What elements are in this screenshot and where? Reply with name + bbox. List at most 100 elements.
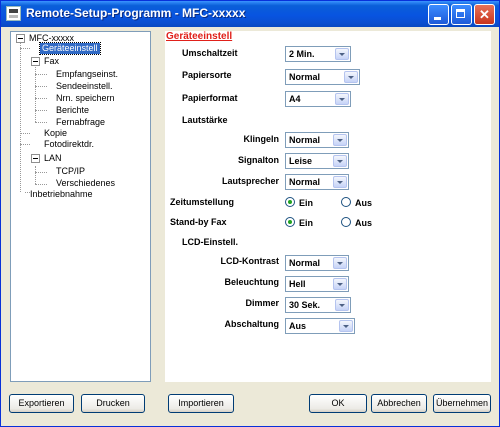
papierformat-select[interactable]: A4 [285, 91, 351, 107]
beleuchtung-value: Hell [289, 279, 306, 289]
abschaltung-value: Aus [289, 321, 307, 331]
lautstaerke-heading: Lautstärke [182, 115, 228, 125]
tree-connector [35, 122, 47, 123]
tree-connector [35, 86, 47, 87]
abschaltung-select[interactable]: Aus [285, 318, 355, 334]
tree-node-kopie[interactable]: Kopie [42, 128, 69, 139]
dimmer-select[interactable]: 30 Sek. [285, 297, 351, 313]
app-window: Remote-Setup-Programm - MFC-xxxxx ✕ MFC-… [0, 0, 500, 427]
maximize-icon [452, 5, 471, 24]
lcd-kontrast-label: LCD-Kontrast [220, 256, 280, 266]
lcd-einstell-heading: LCD-Einstell. [182, 237, 239, 247]
tree-connector [35, 98, 47, 99]
settings-tree[interactable]: MFC-xxxxx Geräteeinstell Fax Empfangsein… [10, 31, 151, 382]
tree-connector [20, 133, 30, 134]
app-icon [6, 6, 21, 21]
papierformat-value: A4 [289, 94, 301, 104]
klingeln-select[interactable]: Normal [285, 132, 349, 148]
chevron-down-icon[interactable] [333, 176, 347, 188]
close-button[interactable]: ✕ [474, 4, 495, 25]
standby-fax-ein-label[interactable]: Ein [299, 218, 313, 228]
chevron-down-icon[interactable] [335, 93, 349, 105]
tree-node-fernabfrage[interactable]: Fernabfrage [54, 117, 107, 128]
papiersorte-select[interactable]: Normal [285, 69, 360, 85]
settings-panel: Geräteeinstell Umschaltzeit 2 Min. Papie… [165, 31, 491, 382]
standby-fax-ein-radio[interactable] [285, 217, 295, 227]
signalton-select[interactable]: Leise [285, 153, 349, 169]
tree-node-verschiedenes[interactable]: Verschiedenes [54, 178, 117, 189]
collapse-icon[interactable] [16, 34, 25, 43]
window-title: Remote-Setup-Programm - MFC-xxxxx [26, 6, 246, 20]
tree-node-empfangseinst[interactable]: Empfangseinst. [54, 69, 120, 80]
maximize-button[interactable] [451, 4, 472, 25]
tree-connector [35, 184, 47, 185]
standby-fax-aus-label[interactable]: Aus [355, 218, 372, 228]
tree-node-lan[interactable]: LAN [42, 153, 64, 164]
tree-node-geraeteeinstell[interactable]: Geräteeinstell [39, 42, 101, 55]
standby-fax-label: Stand-by Fax [170, 217, 227, 227]
papiersorte-value: Normal [289, 72, 321, 82]
import-button[interactable]: Importieren [168, 394, 234, 413]
chevron-down-icon[interactable] [344, 71, 358, 83]
papierformat-label: Papierformat [182, 93, 238, 103]
tree-connector [35, 110, 47, 111]
tree-node-fax[interactable]: Fax [42, 56, 61, 67]
tree-node-berichte[interactable]: Berichte [54, 105, 91, 116]
chevron-down-icon[interactable] [333, 257, 347, 269]
tree-node-inbetriebnahme[interactable]: Inbetriebnahme [28, 189, 95, 200]
zeitumstellung-aus-label[interactable]: Aus [355, 198, 372, 208]
abschaltung-label: Abschaltung [224, 319, 279, 329]
zeitumstellung-label: Zeitumstellung [170, 197, 235, 207]
export-button[interactable]: Exportieren [9, 394, 74, 413]
dimmer-value: 30 Sek. [289, 300, 321, 310]
lautsprecher-value: Normal [289, 177, 321, 187]
signalton-value: Leise [289, 156, 313, 166]
tree-connector [20, 48, 30, 49]
tree-connector [20, 42, 21, 192]
print-button[interactable]: Drucken [81, 394, 145, 413]
lcd-kontrast-select[interactable]: Normal [285, 255, 349, 271]
chevron-down-icon[interactable] [335, 48, 349, 60]
lautsprecher-select[interactable]: Normal [285, 174, 349, 190]
dimmer-label: Dimmer [245, 298, 279, 308]
klingeln-label: Klingeln [243, 134, 280, 144]
chevron-down-icon[interactable] [335, 299, 349, 311]
chevron-down-icon[interactable] [333, 155, 347, 167]
papiersorte-label: Papiersorte [182, 70, 232, 80]
title-bar[interactable]: Remote-Setup-Programm - MFC-xxxxx ✕ [1, 1, 499, 27]
zeitumstellung-aus-radio[interactable] [341, 197, 351, 207]
cancel-button[interactable]: Abbrechen [371, 394, 427, 413]
umschaltzeit-label: Umschaltzeit [182, 48, 238, 58]
klingeln-value: Normal [289, 135, 321, 145]
chevron-down-icon[interactable] [333, 134, 347, 146]
tree-node-sendeeinstell[interactable]: Sendeeinstell. [54, 81, 115, 92]
zeitumstellung-ein-radio[interactable] [285, 197, 295, 207]
beleuchtung-label: Beleuchtung [224, 277, 279, 287]
umschaltzeit-select[interactable]: 2 Min. [285, 46, 351, 62]
close-icon: ✕ [479, 7, 490, 22]
tree-connector [20, 144, 30, 145]
collapse-icon[interactable] [31, 154, 40, 163]
signalton-label: Signalton [238, 155, 279, 165]
tree-connector [35, 172, 47, 173]
minimize-icon [429, 5, 448, 24]
tree-connector [35, 74, 47, 75]
beleuchtung-select[interactable]: Hell [285, 276, 349, 292]
panel-title: Geräteeinstell [166, 31, 233, 42]
tree-node-nrn-speichern[interactable]: Nrn. speichern [54, 93, 117, 104]
tree-node-tcpip[interactable]: TCP/IP [54, 166, 87, 177]
collapse-icon[interactable] [31, 57, 40, 66]
chevron-down-icon[interactable] [339, 320, 353, 332]
standby-fax-aus-radio[interactable] [341, 217, 351, 227]
tree-connector [35, 64, 36, 122]
ok-button[interactable]: OK [309, 394, 367, 413]
umschaltzeit-value: 2 Min. [289, 49, 315, 59]
tree-node-fotodirektdr[interactable]: Fotodirektdr. [42, 139, 96, 150]
lautsprecher-label: Lautsprecher [221, 176, 279, 186]
zeitumstellung-ein-label[interactable]: Ein [299, 198, 313, 208]
tree-connector [35, 166, 36, 184]
chevron-down-icon[interactable] [333, 278, 347, 290]
apply-button[interactable]: Übernehmen [433, 394, 491, 413]
minimize-button[interactable] [428, 4, 449, 25]
lcd-kontrast-value: Normal [289, 258, 321, 268]
